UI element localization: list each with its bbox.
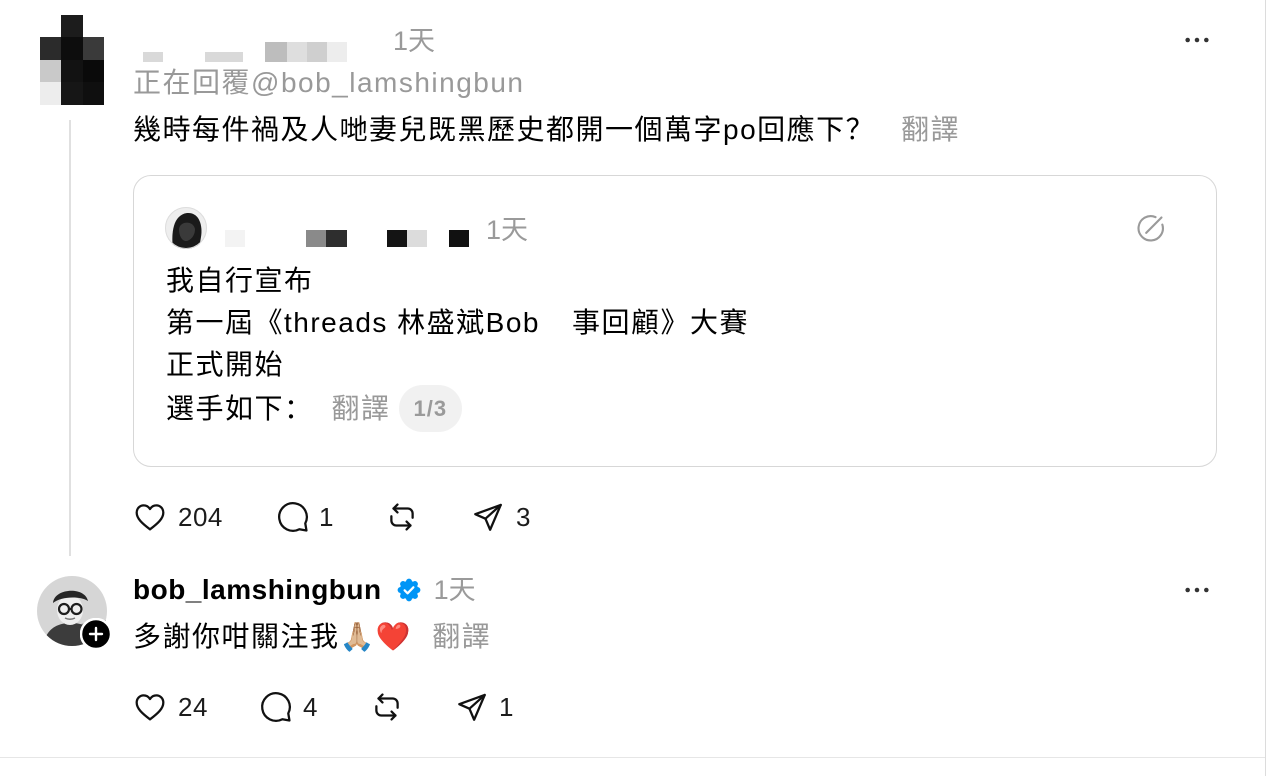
quoted-line-1: 我自行宣布 — [166, 265, 314, 296]
mosaic-tile — [83, 37, 104, 60]
reply-count[interactable]: 4 — [303, 690, 318, 724]
translate-link[interactable]: 翻譯 — [332, 392, 391, 426]
redaction-block — [327, 42, 347, 62]
replying-prefix: 正在回覆 — [133, 67, 252, 98]
redaction-block — [306, 230, 326, 247]
repost-icon[interactable] — [370, 690, 404, 724]
post-body: 幾時每件禍及人哋妻兒既黑歷史都開一個萬字po回應下？ — [133, 114, 876, 145]
post-text: 多謝你咁關注我🙏🏼❤️ 翻譯 — [133, 620, 491, 654]
redaction-gap — [540, 308, 572, 338]
plus-icon[interactable] — [79, 617, 113, 651]
mosaic-tile — [83, 82, 104, 105]
mosaic-tile — [61, 37, 83, 60]
quoted-line-2-start: 第一屆《threads 林盛斌Bob — [166, 307, 540, 338]
mosaic-tile — [40, 82, 61, 105]
post-text: 幾時每件禍及人哋妻兒既黑歷史都開一個萬字po回應下？ 翻譯 — [133, 113, 960, 147]
share-count[interactable]: 3 — [516, 500, 531, 534]
panel-border-right — [1265, 0, 1266, 776]
redaction-block — [143, 52, 163, 62]
post-timestamp[interactable]: 1天 — [393, 24, 435, 58]
quoted-line-4: 選手如下： 翻譯 1/3 — [166, 385, 463, 432]
redaction-block — [387, 230, 407, 247]
media-counter-badge[interactable]: 1/3 — [398, 385, 463, 432]
redaction-block — [326, 230, 347, 247]
thread-connector-line — [69, 120, 71, 556]
redaction-block — [449, 230, 469, 247]
share-icon[interactable] — [471, 500, 505, 534]
pixelated-avatar[interactable] — [40, 15, 104, 105]
redacted-username[interactable] — [143, 42, 348, 62]
redaction-block — [287, 42, 307, 62]
reply-count[interactable]: 1 — [319, 500, 334, 534]
threads-page: 1天 正在回覆@bob_lamshingbun 幾時每件禍及人哋妻兒既黑歷史都開… — [0, 0, 1268, 776]
like-count[interactable]: 204 — [178, 500, 223, 534]
comment-icon[interactable] — [259, 690, 293, 724]
comment-icon[interactable] — [276, 500, 310, 534]
redaction-block — [407, 230, 427, 247]
like-count[interactable]: 24 — [178, 690, 208, 724]
post-divider — [0, 757, 1265, 758]
heart-icon[interactable] — [133, 500, 167, 534]
redacted-username[interactable] — [225, 230, 470, 247]
action-bar: 24 4 1 — [133, 690, 563, 724]
author-header: bob_lamshingbun 1天 — [133, 573, 476, 607]
quoted-line-2-end: 事回顧》大賽 — [572, 307, 750, 338]
redaction-block — [205, 52, 243, 62]
redaction-block — [225, 230, 245, 247]
username[interactable]: bob_lamshingbun — [133, 573, 382, 607]
mosaic-tile — [40, 37, 61, 60]
share-icon[interactable] — [455, 690, 489, 724]
quoted-line-2: 第一屆《threads 林盛斌Bob 事回顧》大賽 — [166, 306, 749, 340]
more-icon[interactable] — [1181, 574, 1213, 606]
redaction-block — [307, 42, 327, 62]
mosaic-tile — [40, 15, 61, 37]
quoted-timestamp[interactable]: 1天 — [486, 213, 528, 247]
more-icon[interactable] — [1181, 24, 1213, 56]
post-body: 多謝你咁關注我🙏🏼❤️ — [133, 621, 413, 652]
action-bar: 204 1 3 — [133, 500, 563, 534]
mosaic-tile — [61, 82, 83, 105]
mosaic-tile — [61, 15, 83, 37]
share-count[interactable]: 1 — [499, 690, 514, 724]
quoted-post-card[interactable]: 1天 我自行宣布 第一屆《threads 林盛斌Bob 事回顧》大賽 正式開始 … — [133, 175, 1217, 467]
heart-icon[interactable] — [133, 690, 167, 724]
post-timestamp[interactable]: 1天 — [434, 573, 476, 607]
replying-handle-link[interactable]: @bob_lamshingbun — [251, 67, 524, 98]
quoted-line-3: 正式開始 — [166, 349, 285, 380]
verified-badge-icon — [397, 578, 421, 602]
translate-link[interactable]: 翻譯 — [432, 621, 491, 652]
quoted-line-4-text: 選手如下： — [166, 392, 314, 424]
edit-icon — [1134, 211, 1168, 245]
mosaic-tile — [61, 60, 83, 82]
mosaic-tile — [83, 60, 104, 82]
mosaic-tile — [83, 15, 104, 37]
redaction-block — [265, 42, 287, 62]
translate-link[interactable]: 翻譯 — [901, 114, 960, 145]
repost-icon[interactable] — [385, 500, 419, 534]
replying-to: 正在回覆@bob_lamshingbun — [133, 66, 525, 100]
mosaic-tile — [40, 60, 61, 82]
quoted-author-avatar[interactable] — [165, 207, 207, 249]
